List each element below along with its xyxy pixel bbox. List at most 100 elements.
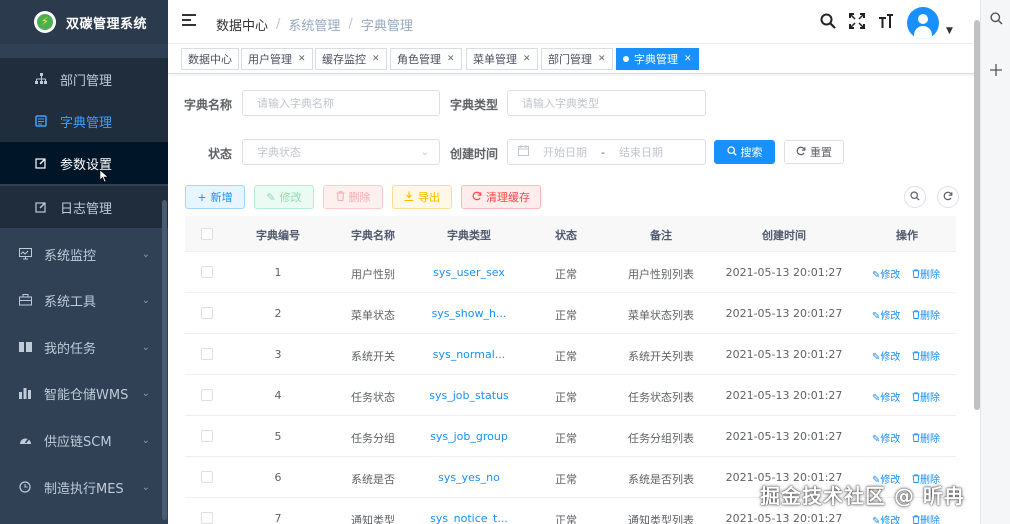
dashboard-icon: [18, 433, 32, 447]
start-date-input[interactable]: 开始日期: [543, 144, 587, 160]
close-icon[interactable]: ✕: [298, 54, 306, 64]
status-select[interactable]: 字典状态 ⌄: [242, 139, 440, 165]
row-checkbox[interactable]: [201, 348, 213, 360]
dict-type-cell[interactable]: sys_notice_t...: [430, 512, 508, 524]
refresh-table-button[interactable]: [937, 186, 959, 208]
sidebar-item-dept[interactable]: 部门管理: [0, 58, 168, 100]
search-icon[interactable]: [820, 13, 836, 33]
row-edit-button[interactable]: ✎修改: [872, 348, 900, 363]
close-icon[interactable]: ✕: [447, 54, 455, 64]
row-edit-button[interactable]: ✎修改: [872, 430, 900, 445]
avatar[interactable]: [907, 7, 939, 39]
clear-cache-button[interactable]: 清理缓存: [461, 185, 541, 209]
search-button[interactable]: 搜索: [714, 140, 775, 164]
reset-button[interactable]: 重置: [784, 140, 844, 164]
search-icon: [726, 145, 737, 159]
sidebar-item-monitor[interactable]: 系统监控 ⌄: [0, 231, 168, 277]
row-delete-button[interactable]: 删除: [912, 266, 940, 281]
tag-data-center[interactable]: 数据中心: [181, 48, 239, 70]
dict-id-cell: 5: [274, 430, 282, 443]
row-edit-button[interactable]: ✎修改: [872, 266, 900, 281]
app-title: 双碳管理系统: [66, 16, 148, 32]
dict-type-cell[interactable]: sys_job_group: [430, 430, 508, 443]
created-time-cell: 2021-05-13 20:01:27: [725, 512, 843, 524]
dict-type-cell[interactable]: sys_normal...: [433, 348, 506, 361]
dict-type-cell[interactable]: sys_show_h...: [432, 307, 507, 320]
close-icon[interactable]: ✕: [684, 54, 692, 64]
dict-type-input[interactable]: 请输入字典类型: [507, 90, 706, 116]
dict-name-input[interactable]: 请输入字典名称: [242, 90, 440, 116]
row-checkbox[interactable]: [201, 512, 213, 524]
sidebar-item-config[interactable]: 参数设置: [0, 142, 168, 184]
table-row: 3 系统开关 sys_normal... 正常 系统开关列表 2021-05-13 20:…: [185, 334, 956, 375]
dict-type-cell[interactable]: sys_yes_no: [438, 471, 500, 484]
row-checkbox[interactable]: [201, 389, 213, 401]
dict-type-cell[interactable]: sys_user_sex: [433, 266, 505, 279]
status-cell: 正常: [555, 514, 577, 524]
delete-button[interactable]: 删除: [323, 185, 383, 209]
tag-role-mgmt[interactable]: 角色管理 ✕: [390, 48, 462, 70]
row-edit-button[interactable]: ✎修改: [872, 512, 900, 524]
dict-name-cell: 通知类型: [351, 514, 395, 524]
logo[interactable]: ⚡ 双碳管理系统: [0, 0, 168, 44]
dict-id-cell: 3: [274, 348, 282, 361]
column-header: 创建时间: [762, 229, 806, 242]
fullscreen-icon[interactable]: [849, 13, 865, 33]
row-edit-button[interactable]: ✎修改: [872, 389, 900, 404]
close-icon[interactable]: ✕: [372, 54, 380, 64]
breadcrumb-item[interactable]: 系统管理: [288, 15, 340, 34]
sidebar: ⚡ 双碳管理系统 部门管理 字典管理 参数设置 日志管理 系统监控 ⌄ 系统工具…: [0, 0, 168, 524]
toggle-search-button[interactable]: [904, 186, 926, 208]
row-checkbox[interactable]: [201, 307, 213, 319]
tag-dict-mgmt[interactable]: 字典管理 ✕: [616, 48, 699, 70]
row-delete-button[interactable]: 删除: [912, 307, 940, 322]
export-button[interactable]: 导出: [392, 185, 452, 209]
browser-side-panel: [980, 0, 1010, 524]
sidebar-item-mes[interactable]: 制造执行MES ⌄: [0, 464, 168, 510]
end-date-input[interactable]: 结束日期: [619, 144, 663, 160]
font-size-icon[interactable]: [878, 13, 894, 33]
search-icon[interactable]: [990, 12, 1003, 29]
tag-cache-monitor[interactable]: 缓存监控 ✕: [315, 48, 387, 70]
breadcrumb-item[interactable]: 数据中心: [216, 15, 268, 34]
select-all-checkbox[interactable]: [201, 228, 213, 240]
tag-dept-mgmt[interactable]: 部门管理 ✕: [541, 48, 613, 70]
row-checkbox[interactable]: [201, 266, 213, 278]
table-row: 1 用户性别 sys_user_sex 正常 用户性别列表 2021-05-13 20:0…: [185, 252, 956, 293]
dict-type-cell[interactable]: sys_job_status: [429, 389, 509, 402]
row-delete-button[interactable]: 删除: [912, 430, 940, 445]
chevron-down-icon: ⌄: [420, 146, 429, 158]
column-header: 备注: [650, 229, 672, 242]
column-header: 状态: [555, 229, 577, 242]
sidebar-item-dict[interactable]: 字典管理: [0, 100, 168, 142]
row-checkbox[interactable]: [201, 471, 213, 483]
tag-user-mgmt[interactable]: 用户管理 ✕: [241, 48, 313, 70]
edit-button[interactable]: ✎ 修改: [254, 185, 314, 209]
sidebar-item-tools[interactable]: 系统工具 ⌄: [0, 277, 168, 323]
sidebar-item-tasks[interactable]: 我的任务 ⌄: [0, 324, 168, 370]
status-cell: 正常: [555, 268, 577, 281]
tree-icon: [34, 72, 48, 86]
close-icon[interactable]: ✕: [523, 54, 531, 64]
plus-icon[interactable]: [990, 64, 1002, 80]
sidebar-item-scm[interactable]: 供应链SCM ⌄: [0, 417, 168, 463]
row-delete-button[interactable]: 删除: [912, 389, 940, 404]
sidebar-item-wms[interactable]: 智能仓储WMS ⌄: [0, 370, 168, 416]
sidebar-item-log[interactable]: 日志管理: [0, 186, 168, 228]
row-checkbox[interactable]: [201, 430, 213, 442]
table-row: 4 任务状态 sys_job_status 正常 任务状态列表 2021-05-13 20…: [185, 375, 956, 416]
monitor-icon: [18, 247, 32, 261]
row-delete-button[interactable]: 删除: [912, 348, 940, 363]
caret-down-icon[interactable]: ▼: [946, 26, 953, 36]
hamburger-icon[interactable]: [182, 14, 196, 28]
row-edit-button[interactable]: ✎修改: [872, 307, 900, 322]
remark-cell: 系统开关列表: [628, 350, 694, 363]
row-delete-button[interactable]: 删除: [912, 512, 940, 524]
sidebar-scrollbar[interactable]: [162, 200, 167, 520]
dict-type-label: 字典类型: [450, 98, 499, 112]
add-button[interactable]: + 新增: [185, 185, 245, 209]
close-icon[interactable]: ✕: [598, 54, 606, 64]
status-cell: 正常: [555, 391, 577, 404]
date-range-picker[interactable]: 开始日期 - 结束日期: [507, 139, 706, 165]
tag-menu-mgmt[interactable]: 菜单管理 ✕: [466, 48, 538, 70]
